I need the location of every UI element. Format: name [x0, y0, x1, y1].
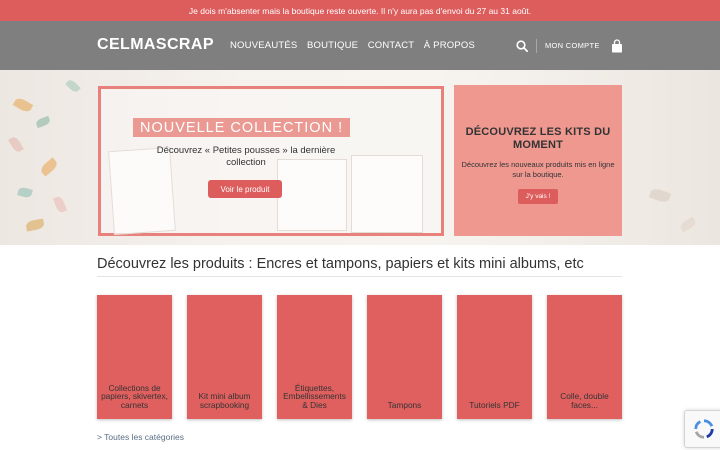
decor-leaf [12, 96, 34, 114]
view-product-button[interactable]: Voir le produit [208, 180, 282, 198]
category-card-kit-mini-album[interactable]: Kit mini album scrapbooking [187, 295, 262, 419]
category-label: Collections de papiers, skivertex, carne… [101, 382, 168, 410]
decor-leaf [53, 195, 67, 214]
decor-leaf [17, 186, 33, 199]
products-heading: Découvrez les produits : Encres et tampo… [97, 256, 584, 272]
account-link[interactable]: MON COMPTE [545, 41, 600, 50]
go-to-kits-button[interactable]: J'y vais ! [518, 189, 558, 204]
all-categories-link[interactable]: > Toutes les catégories [97, 432, 184, 442]
category-card-colle[interactable]: Colle, double faces... [547, 295, 622, 419]
main-nav: NOUVEAUTÉS BOUTIQUE CONTACT À PROPOS [230, 40, 485, 51]
paper-card [277, 159, 347, 231]
nav-item-a-propos[interactable]: À PROPOS [424, 40, 475, 51]
new-collection-title: NOUVELLE COLLECTION ! [133, 118, 351, 137]
category-card-etiquettes[interactable]: Étiquettes, Embellissements & Dies [277, 295, 352, 419]
category-label: Tampons [387, 399, 422, 410]
shopping-bag-icon[interactable] [611, 39, 623, 53]
paper-card [351, 155, 423, 233]
decor-leaf [38, 157, 60, 177]
kits-promo-title: DÉCOUVREZ LES KITS DU MOMENT [465, 126, 611, 151]
announcement-text: Je dois m'absenter mais la boutique rest… [188, 5, 532, 16]
nav-item-contact[interactable]: CONTACT [368, 40, 415, 51]
new-collection-text: Découvrez « Petites pousses » la dernièr… [156, 145, 336, 168]
decor-leaf [35, 115, 51, 129]
recaptcha-badge[interactable] [684, 410, 720, 448]
site-header: CELMASCRAP NOUVEAUTÉS BOUTIQUE CONTACT À… [0, 21, 720, 70]
category-label: Kit mini album scrapbooking [198, 391, 251, 410]
category-card-papiers[interactable]: Collections de papiers, skivertex, carne… [97, 295, 172, 419]
nav-item-boutique[interactable]: BOUTIQUE [307, 40, 358, 51]
decor-leaf [678, 216, 698, 233]
category-label: Colle, double faces... [560, 391, 609, 410]
nav-item-nouveautes[interactable]: NOUVEAUTÉS [230, 40, 297, 51]
category-card-tutoriels[interactable]: Tutoriels PDF [457, 295, 532, 419]
decor-leaf [8, 135, 24, 154]
decor-leaf [65, 78, 81, 94]
category-label: Étiquettes, Embellissements & Dies [283, 382, 346, 410]
announcement-bar: Je dois m'absenter mais la boutique rest… [0, 0, 720, 21]
category-card-tampons[interactable]: Tampons [367, 295, 442, 419]
category-label: Tutoriels PDF [469, 399, 520, 410]
site-logo[interactable]: CELMASCRAP [97, 36, 214, 54]
section-divider [97, 276, 622, 277]
kits-promo-text: Découvrez les nouveaux produits mis en l… [461, 160, 615, 179]
header-divider [536, 39, 537, 53]
decor-leaf [648, 186, 672, 205]
search-icon[interactable] [516, 40, 528, 52]
decor-leaf [25, 218, 45, 232]
recaptcha-icon [694, 419, 714, 439]
